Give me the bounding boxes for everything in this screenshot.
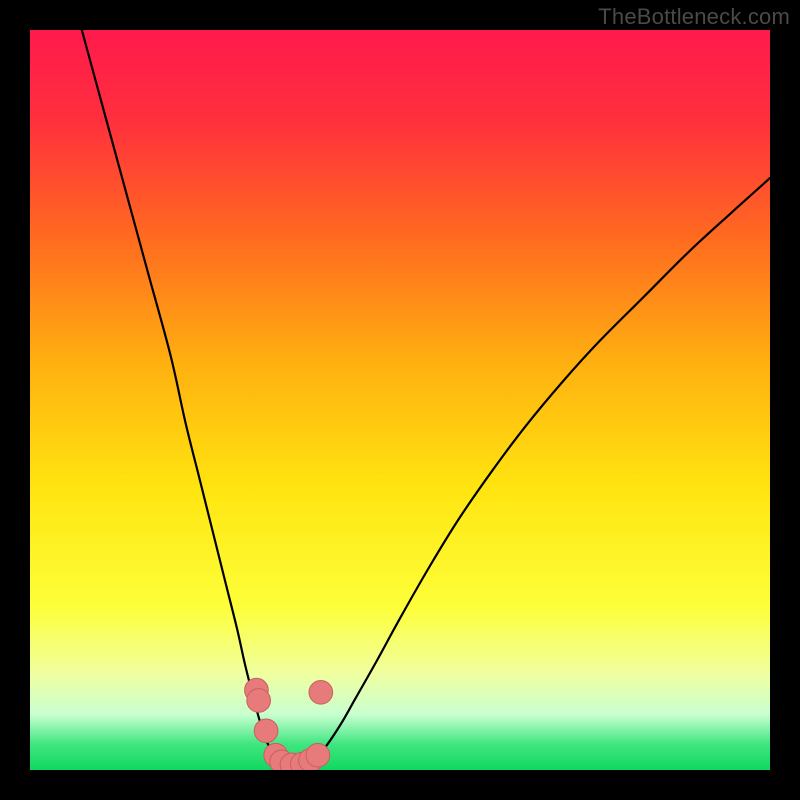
dot-8 (306, 743, 330, 767)
dot-9 (309, 680, 333, 704)
watermark-text: TheBottleneck.com (598, 4, 790, 30)
chart-frame: TheBottleneck.com (0, 0, 800, 800)
chart-svg (30, 30, 770, 770)
gradient-background (30, 30, 770, 770)
dot-1 (247, 689, 271, 713)
dot-2 (254, 719, 278, 743)
plot-area (30, 30, 770, 770)
